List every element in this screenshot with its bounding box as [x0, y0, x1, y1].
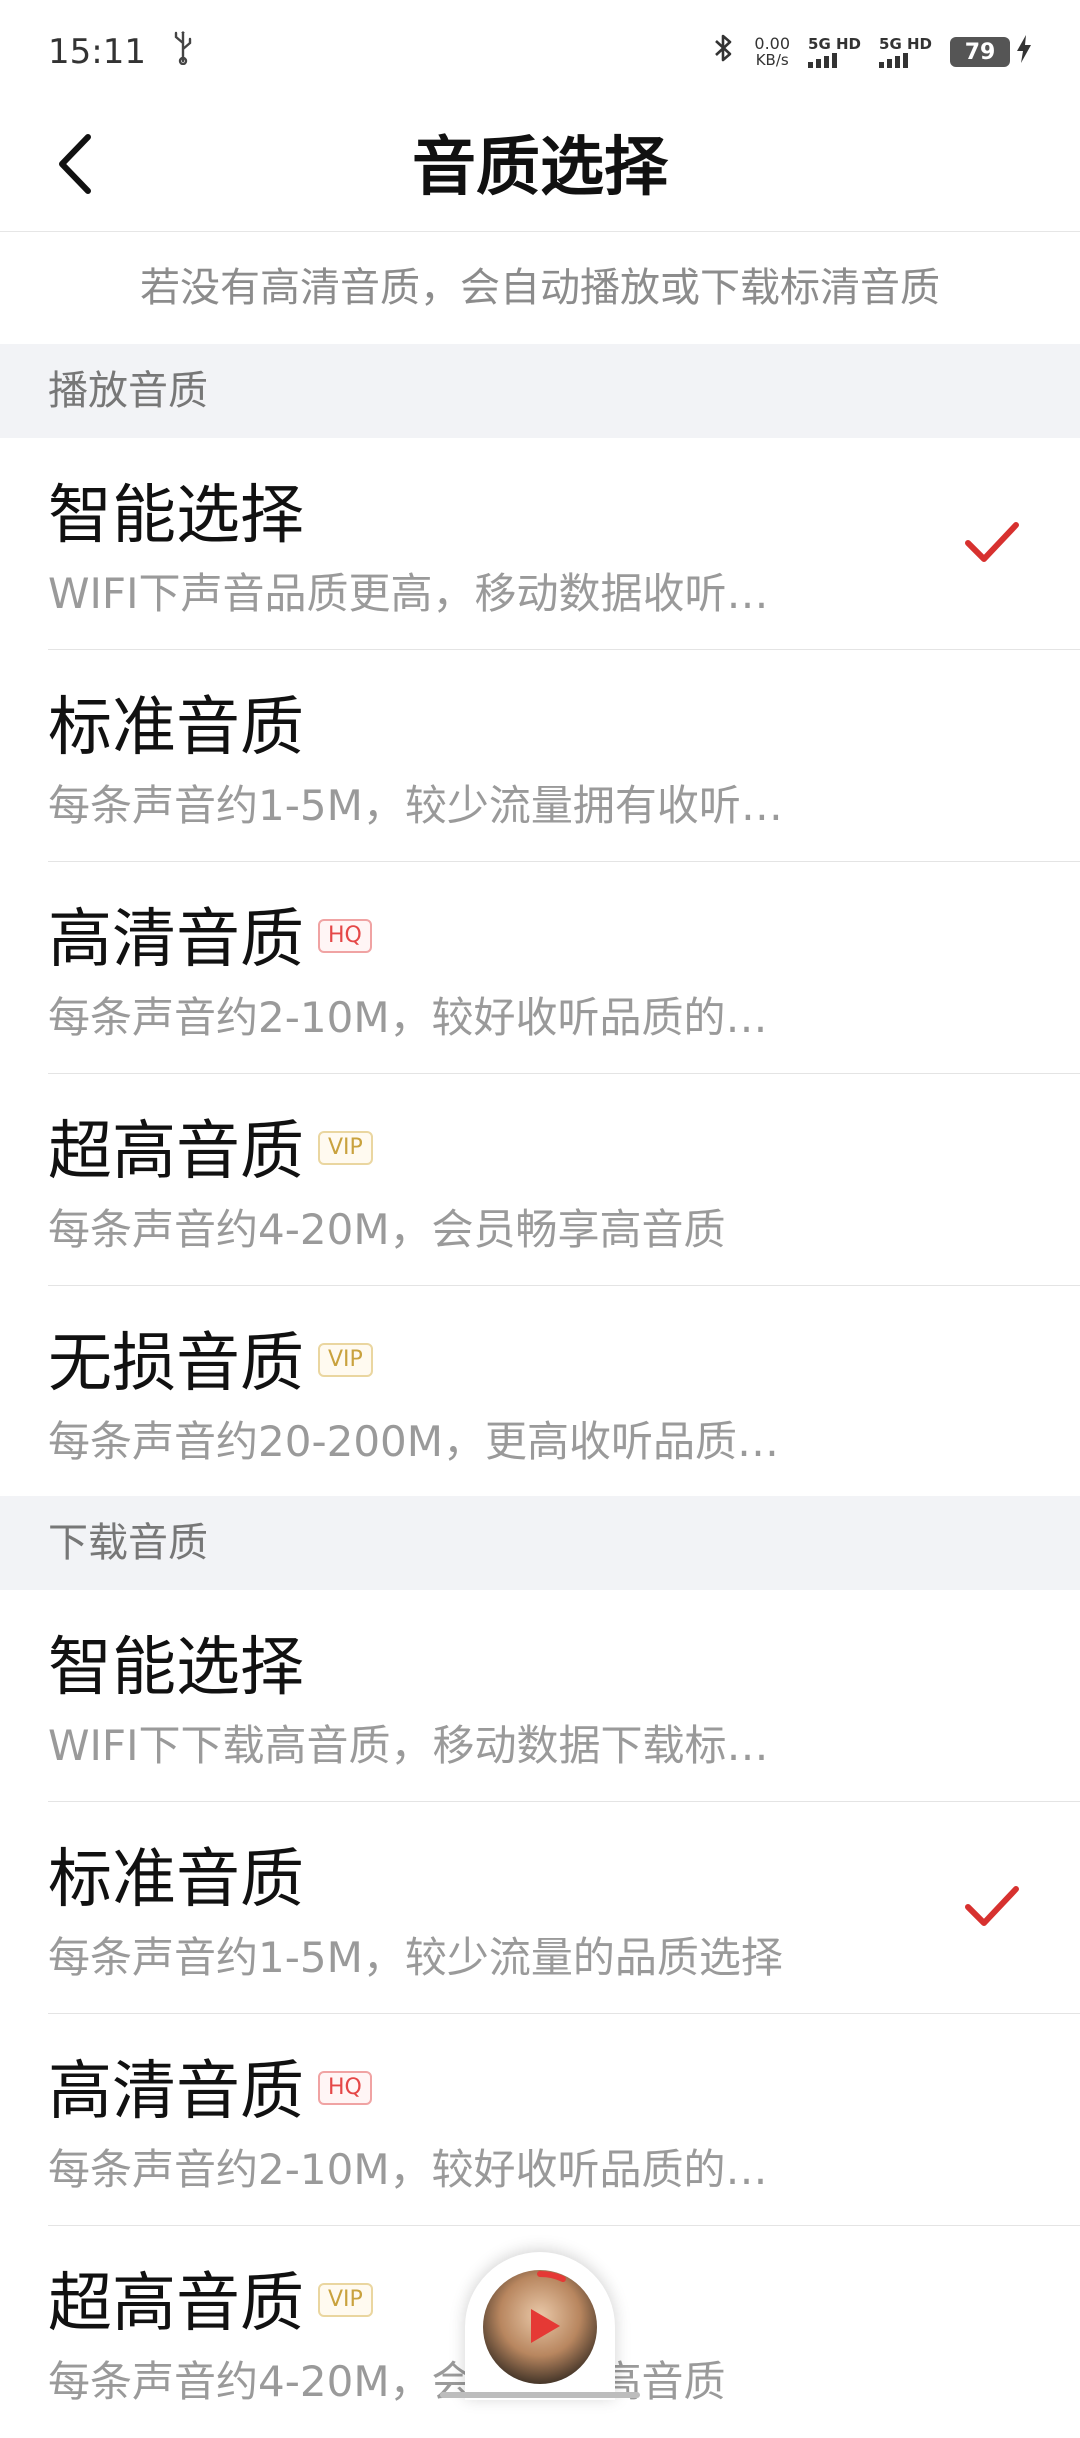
download-option-hq[interactable]: 高清音质 HQ 每条声音约2-10M，较好收听品质的… [0, 2014, 1080, 2226]
option-title: 高清音质 [48, 2055, 304, 2129]
sim2-label: 5G HD [879, 35, 932, 53]
mini-player-cover [483, 2270, 597, 2384]
sim1-signal: 5G HD [808, 36, 861, 68]
option-title: 标准音质 [48, 1843, 304, 1917]
vip-badge: VIP [318, 1343, 373, 1377]
option-title: 智能选择 [48, 1631, 304, 1705]
vip-badge: VIP [318, 2283, 373, 2317]
option-title: 无损音质 [48, 1327, 304, 1401]
option-description: WIFI下下载高音质，移动数据下载标… [48, 1721, 769, 1770]
option-title: 超高音质 [48, 2267, 304, 2341]
signal-bars-icon [808, 52, 861, 68]
option-description: 每条声音约4-20M，会员畅享高音质 [48, 1205, 726, 1254]
playback-option-super[interactable]: 超高音质 VIP 每条声音约4-20M，会员畅享高音质 [0, 1074, 1080, 1286]
net-speed: 0.00 KB/s [754, 34, 791, 69]
hq-badge: HQ [318, 2071, 372, 2105]
playback-option-hq[interactable]: 高清音质 HQ 每条声音约2-10M，较好收听品质的… [0, 862, 1080, 1074]
option-title: 智能选择 [48, 479, 304, 553]
playback-option-lossless[interactable]: 无损音质 VIP 每条声音约20-200M，更高收听品质… [0, 1286, 1080, 1498]
option-title: 高清音质 [48, 903, 304, 977]
vip-badge: VIP [318, 1131, 373, 1165]
option-description: WIFI下声音品质更高，移动数据收听… [48, 569, 769, 618]
status-time: 15:11 [48, 32, 146, 72]
check-icon [962, 1877, 1022, 1937]
battery-level: 79 [950, 37, 1010, 67]
option-description: 每条声音约20-200M，更高收听品质… [48, 1417, 780, 1466]
option-description: 每条声音约1-5M，较少流量的品质选择 [48, 1933, 783, 1982]
mini-player[interactable] [465, 2252, 615, 2400]
signal-bars-icon [879, 52, 932, 68]
net-speed-unit: KB/s [755, 51, 789, 69]
status-left: 15:11 [48, 30, 194, 74]
option-description: 每条声音约1-5M，较少流量拥有收听… [48, 781, 783, 830]
net-speed-value: 0.00 [754, 34, 791, 53]
section-header-playback: 播放音质 [0, 344, 1080, 438]
home-indicator [440, 2392, 640, 2398]
check-icon [962, 513, 1022, 573]
download-option-smart[interactable]: 智能选择 WIFI下下载高音质，移动数据下载标… [0, 1590, 1080, 1802]
header: 音质选择 [0, 104, 1080, 232]
option-description: 每条声音约2-10M，较好收听品质的… [48, 2145, 768, 2194]
section-header-download: 下载音质 [0, 1496, 1080, 1590]
battery: 79 [950, 32, 1032, 72]
lightning-icon [1016, 32, 1032, 72]
playback-option-smart[interactable]: 智能选择 WIFI下声音品质更高，移动数据收听… [0, 438, 1080, 650]
status-bar: 15:11 0.00 KB/s 5G HD 5G HD 79 [0, 0, 1080, 104]
quality-hint: 若没有高清音质，会自动播放或下载标清音质 [140, 265, 940, 311]
option-description: 每条声音约2-10M，较好收听品质的… [48, 993, 768, 1042]
page-title: 音质选择 [412, 131, 668, 205]
usb-icon [172, 30, 194, 74]
option-title: 标准音质 [48, 691, 304, 765]
sim2-signal: 5G HD [879, 36, 932, 68]
bluetooth-icon [710, 32, 736, 73]
option-title: 超高音质 [48, 1115, 304, 1189]
sim1-label: 5G HD [808, 35, 862, 53]
play-icon [531, 2309, 560, 2343]
playback-option-standard[interactable]: 标准音质 每条声音约1-5M，较少流量拥有收听… [0, 650, 1080, 862]
status-right: 0.00 KB/s 5G HD 5G HD 79 [710, 32, 1032, 73]
download-option-standard[interactable]: 标准音质 每条声音约1-5M，较少流量的品质选择 [0, 1802, 1080, 2014]
hq-badge: HQ [318, 919, 372, 953]
